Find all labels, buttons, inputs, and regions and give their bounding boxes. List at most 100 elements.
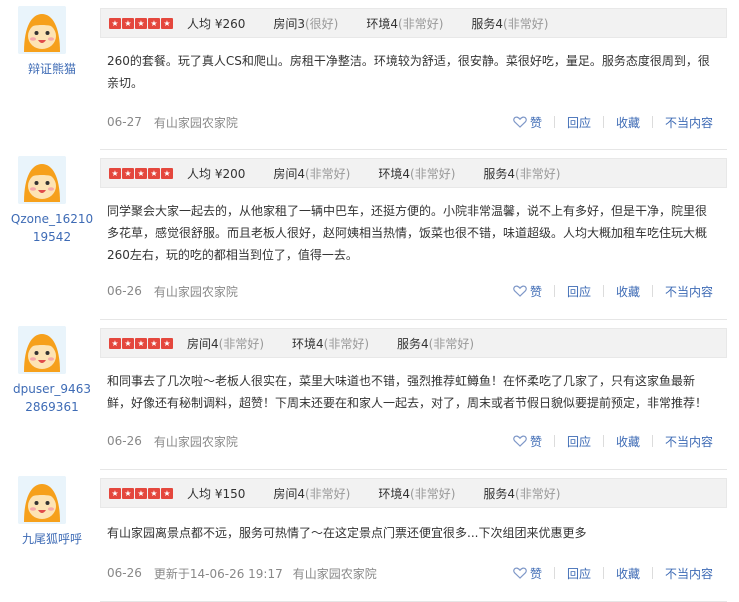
- review-text: 有山家园离景点都不远，服务可热情了～在这定景点门票还便宜很多...下次组团来优惠…: [107, 526, 587, 540]
- cartoon-face-icon: [18, 476, 66, 524]
- divider: [553, 285, 555, 297]
- star-icon: ★: [148, 337, 160, 349]
- review-actions: 赞 回应 收藏 不当内容: [513, 114, 713, 131]
- avatar[interactable]: [18, 6, 66, 54]
- review-text: 和同事去了几次啦～老板人很实在，菜里大味道也不错，强烈推荐虹鳟鱼！在怀柔吃了几家…: [107, 374, 708, 410]
- heart-outline-icon: [513, 435, 527, 447]
- star-icon: ★: [161, 167, 173, 179]
- rating-label: 服务4: [397, 336, 429, 351]
- like-label: 赞: [529, 284, 542, 299]
- heart-outline-icon: [513, 116, 527, 128]
- shop-name-link[interactable]: 有山家园农家院: [154, 433, 238, 450]
- rating-label: 服务4: [483, 486, 516, 501]
- username-link[interactable]: 九尾狐呼呼: [10, 530, 94, 548]
- reply-button[interactable]: 回应: [567, 433, 591, 450]
- rating-item: 环境4(非常好): [366, 15, 443, 32]
- shop-name-link[interactable]: 有山家园农家院: [154, 114, 238, 131]
- review-item: dpuser_94632869361 ★ ★ ★ ★ ★ 房间4(非常好) 环境4(非常好…: [0, 320, 739, 470]
- rating-label: 房间4: [273, 486, 305, 501]
- star-icon: ★: [148, 17, 160, 29]
- report-button[interactable]: 不当内容: [665, 565, 713, 582]
- star-icon: ★: [135, 167, 147, 179]
- rating-sublabel: (非常好): [515, 486, 561, 501]
- star-icon: ★: [148, 167, 160, 179]
- rating-sublabel: (很好): [305, 16, 339, 31]
- star-rating: ★ ★ ★ ★ ★: [109, 487, 173, 499]
- rating-label: 房间3: [273, 16, 305, 31]
- rating-label: 人均 ¥150: [187, 486, 246, 501]
- rating-item: 房间4(非常好): [273, 485, 350, 502]
- avatar[interactable]: [18, 156, 66, 204]
- star-icon: ★: [109, 487, 121, 499]
- star-icon: ★: [122, 167, 134, 179]
- favorite-button[interactable]: 收藏: [616, 433, 640, 450]
- avatar[interactable]: [18, 326, 66, 374]
- favorite-button[interactable]: 收藏: [616, 114, 640, 131]
- shop-name-link[interactable]: 有山家园农家院: [293, 565, 377, 582]
- rating-bar: ★ ★ ★ ★ ★ 房间4(非常好) 环境4(非常好) 服务4(非常好): [100, 328, 727, 358]
- report-button[interactable]: 不当内容: [665, 283, 713, 300]
- username-link[interactable]: dpuser_94632869361: [10, 380, 94, 416]
- report-button[interactable]: 不当内容: [665, 114, 713, 131]
- review-text: 260的套餐。玩了真人CS和爬山。房租干净整洁。环境较为舒适，很安静。菜很好吃，…: [107, 54, 710, 90]
- star-icon: ★: [135, 337, 147, 349]
- star-icon: ★: [161, 487, 173, 499]
- review-date: 06-26: [107, 284, 142, 298]
- star-icon: ★: [122, 487, 134, 499]
- reply-button[interactable]: 回应: [567, 565, 591, 582]
- cartoon-face-icon: [18, 156, 66, 204]
- rating-label: 环境4: [378, 166, 411, 181]
- star-icon: ★: [161, 17, 173, 29]
- favorite-button[interactable]: 收藏: [616, 283, 640, 300]
- avatar[interactable]: [18, 476, 66, 524]
- reply-button[interactable]: 回应: [567, 283, 591, 300]
- rating-item: 房间3(很好): [273, 15, 338, 32]
- username-link[interactable]: Qzone_1621019542: [10, 210, 94, 246]
- rating-sublabel: (非常好): [323, 336, 370, 351]
- rating-label: 服务4: [471, 16, 504, 31]
- rating-sublabel: (非常好): [218, 336, 265, 351]
- rating-item: 人均 ¥200: [187, 165, 245, 182]
- like-button[interactable]: 赞: [513, 565, 542, 582]
- heart-outline-icon: [513, 285, 527, 297]
- rating-item: 房间4(非常好): [187, 335, 264, 352]
- review-text: 同学聚会大家一起去的，从他家租了一辆中巴车，还挺方便的。小院非常温馨，说不上有多…: [107, 204, 708, 262]
- star-icon: ★: [109, 17, 121, 29]
- divider: [602, 435, 604, 447]
- star-icon: ★: [122, 17, 134, 29]
- review-actions: 赞 回应 收藏 不当内容: [513, 283, 713, 300]
- rating-sublabel: (非常好): [515, 166, 561, 181]
- review-actions: 赞 回应 收藏 不当内容: [513, 565, 713, 582]
- divider: [553, 435, 555, 447]
- shop-name-link[interactable]: 有山家园农家院: [154, 283, 238, 300]
- rating-item: 人均 ¥260: [187, 15, 245, 32]
- rating-bar: ★ ★ ★ ★ ★ 人均 ¥260 房间3(很好) 环境4(非常好) 服务4(非常好): [100, 8, 727, 38]
- rating-label: 房间4: [187, 336, 219, 351]
- divider: [602, 285, 604, 297]
- rating-item: 环境4(非常好): [292, 335, 369, 352]
- review-footer: 06-27 有山家园农家院 赞 回应 收藏 不当内容: [107, 111, 713, 133]
- rating-label: 环境4: [366, 16, 399, 31]
- reply-button[interactable]: 回应: [567, 114, 591, 131]
- favorite-button[interactable]: 收藏: [616, 565, 640, 582]
- review-date: 06-26: [107, 434, 142, 448]
- username-link[interactable]: 辩证熊猫: [10, 60, 94, 78]
- rating-item: 服务4(非常好): [397, 335, 474, 352]
- rating-label: 环境4: [292, 336, 324, 351]
- cartoon-face-icon: [18, 326, 66, 374]
- star-icon: ★: [109, 337, 121, 349]
- rating-bar: ★ ★ ★ ★ ★ 人均 ¥150 房间4(非常好) 环境4(非常好) 服务4(非常好): [100, 478, 727, 508]
- rating-item: 服务4(非常好): [471, 15, 548, 32]
- review-footer: 06-26 有山家园农家院 赞 回应 收藏 不当内容: [107, 280, 713, 302]
- divider: [553, 567, 555, 579]
- rating-sublabel: (非常好): [305, 486, 351, 501]
- like-button[interactable]: 赞: [513, 283, 542, 300]
- review-list: 辩证熊猫 ★ ★ ★ ★ ★ 人均 ¥260 房间3(很好) 环境4(非常好) 服务4(非常好…: [0, 0, 739, 602]
- heart-outline-icon: [513, 567, 527, 579]
- like-button[interactable]: 赞: [513, 114, 542, 131]
- report-button[interactable]: 不当内容: [665, 433, 713, 450]
- cartoon-face-icon: [18, 6, 66, 54]
- rating-label: 人均 ¥260: [187, 16, 246, 31]
- like-button[interactable]: 赞: [513, 433, 542, 450]
- review-date: 06-27: [107, 115, 142, 129]
